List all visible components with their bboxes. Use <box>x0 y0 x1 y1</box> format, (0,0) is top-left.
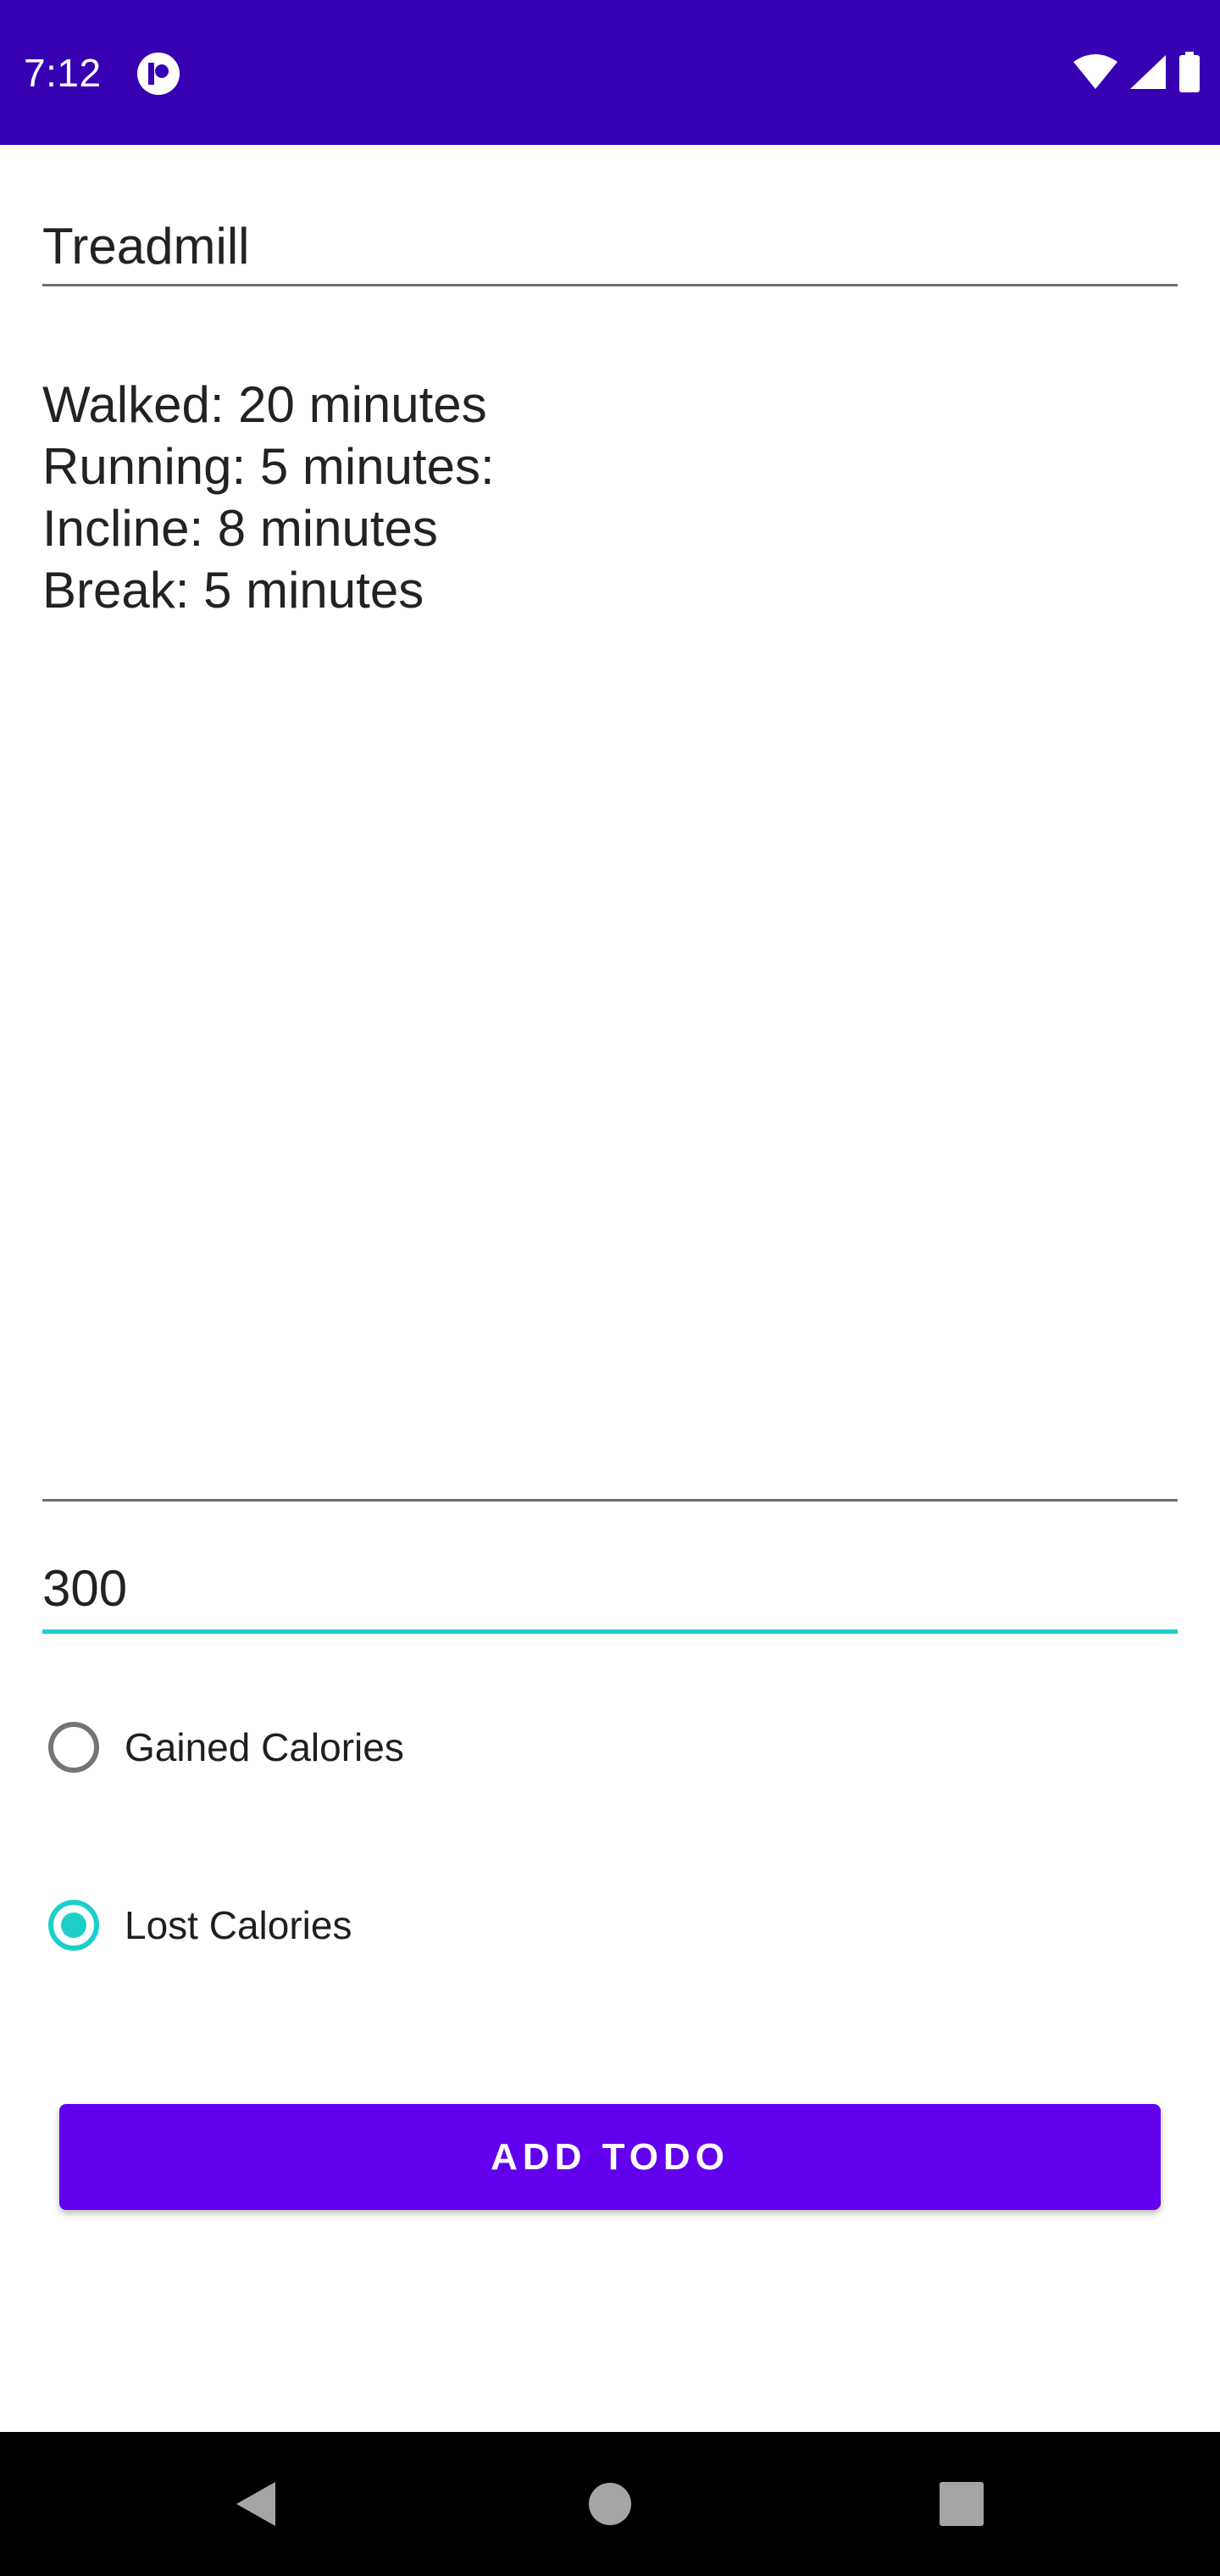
radio-checked-icon[interactable] <box>48 1900 99 1951</box>
recents-icon[interactable] <box>923 2466 1000 2542</box>
cell-signal-icon <box>1128 53 1167 95</box>
description-line: Incline: 8 minutes <box>42 500 438 557</box>
back-icon[interactable] <box>217 2466 293 2542</box>
calories-input-value: 300 <box>42 1560 128 1617</box>
description-input[interactable]: Walked: 20 minutes Running: 5 minutes: I… <box>42 374 1178 1502</box>
radio-label-gained: Gained Calories <box>125 1725 404 1769</box>
status-time: 7:12 <box>24 51 102 95</box>
title-input-value: Treadmill <box>42 218 250 275</box>
calories-input[interactable]: 300 <box>42 1552 1178 1634</box>
status-icons <box>1073 51 1201 97</box>
app-notification-icon <box>136 51 181 97</box>
wifi-icon <box>1073 53 1118 95</box>
navigation-bar <box>0 2432 1220 2576</box>
status-bar: 7:12 <box>0 0 1220 145</box>
radio-lost-calories[interactable]: Lost Calories <box>42 1887 352 1963</box>
description-line: Running: 5 minutes: <box>42 438 495 495</box>
battery-icon <box>1178 51 1201 97</box>
radio-gained-calories[interactable]: Gained Calories <box>42 1709 404 1785</box>
radio-label-lost: Lost Calories <box>125 1903 352 1947</box>
add-todo-button[interactable]: ADD TODO <box>59 2104 1161 2210</box>
description-line: Walked: 20 minutes <box>42 376 487 433</box>
radio-unchecked-icon[interactable] <box>48 1722 99 1773</box>
home-icon[interactable] <box>572 2466 648 2542</box>
title-input[interactable]: Treadmill <box>42 213 1178 286</box>
description-line: Break: 5 minutes <box>42 562 424 619</box>
